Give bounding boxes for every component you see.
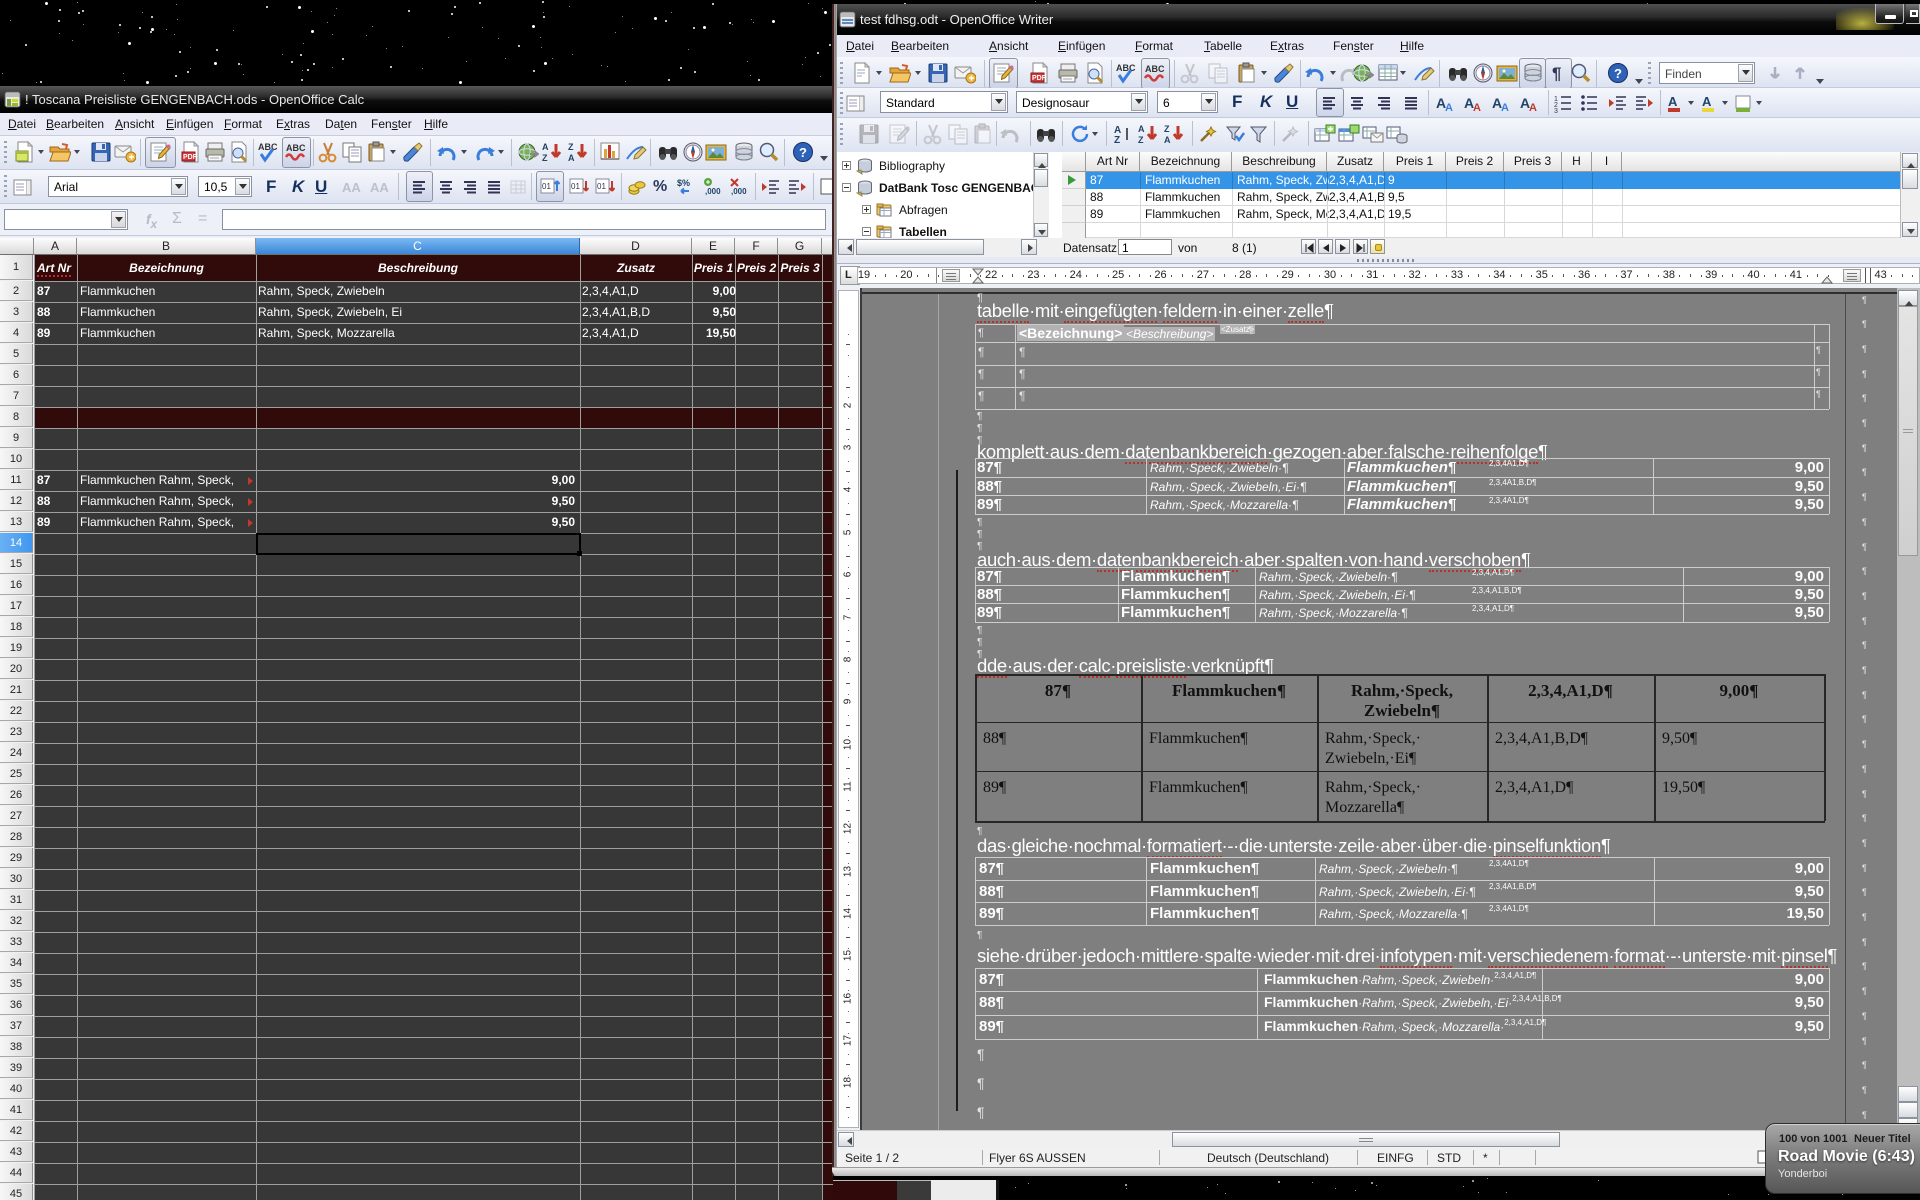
svg-text:ABC: ABC (258, 142, 278, 152)
svg-text:A: A (1529, 102, 1537, 113)
svg-text:01: 01 (542, 182, 551, 191)
svg-text:$%: $% (677, 178, 690, 188)
svg-text:,000: ,000 (705, 187, 721, 196)
svg-text:?: ? (1614, 66, 1622, 81)
svg-text:Z: Z (1164, 124, 1170, 134)
svg-text:?: ? (799, 145, 807, 160)
svg-text:Z: Z (1138, 135, 1144, 145)
svg-text:PDF: PDF (1032, 75, 1047, 82)
svg-text:PDF: PDF (183, 154, 198, 161)
svg-text:A: A (1138, 124, 1145, 134)
svg-text:A: A (1668, 94, 1678, 109)
svg-text:,000: ,000 (731, 187, 747, 196)
svg-text:¶: ¶ (1552, 64, 1561, 83)
svg-text:3: 3 (1554, 108, 1558, 113)
svg-text:A: A (568, 153, 575, 163)
svg-text:A: A (1473, 102, 1481, 113)
svg-text:Z: Z (568, 142, 574, 152)
svg-text:Z: Z (542, 153, 548, 163)
svg-text:ABC: ABC (1145, 64, 1165, 74)
svg-text:A: A (1501, 102, 1509, 113)
svg-text:A: A (542, 142, 549, 152)
svg-text:ABC: ABC (286, 143, 306, 153)
svg-text:01: 01 (571, 182, 580, 191)
svg-text:A: A (1702, 94, 1712, 109)
svg-text:01: 01 (597, 182, 606, 191)
svg-text:A: A (1164, 135, 1171, 145)
svg-text:Z: Z (1114, 135, 1120, 145)
svg-text:ABC: ABC (1116, 63, 1136, 73)
svg-text:A: A (1445, 102, 1453, 113)
